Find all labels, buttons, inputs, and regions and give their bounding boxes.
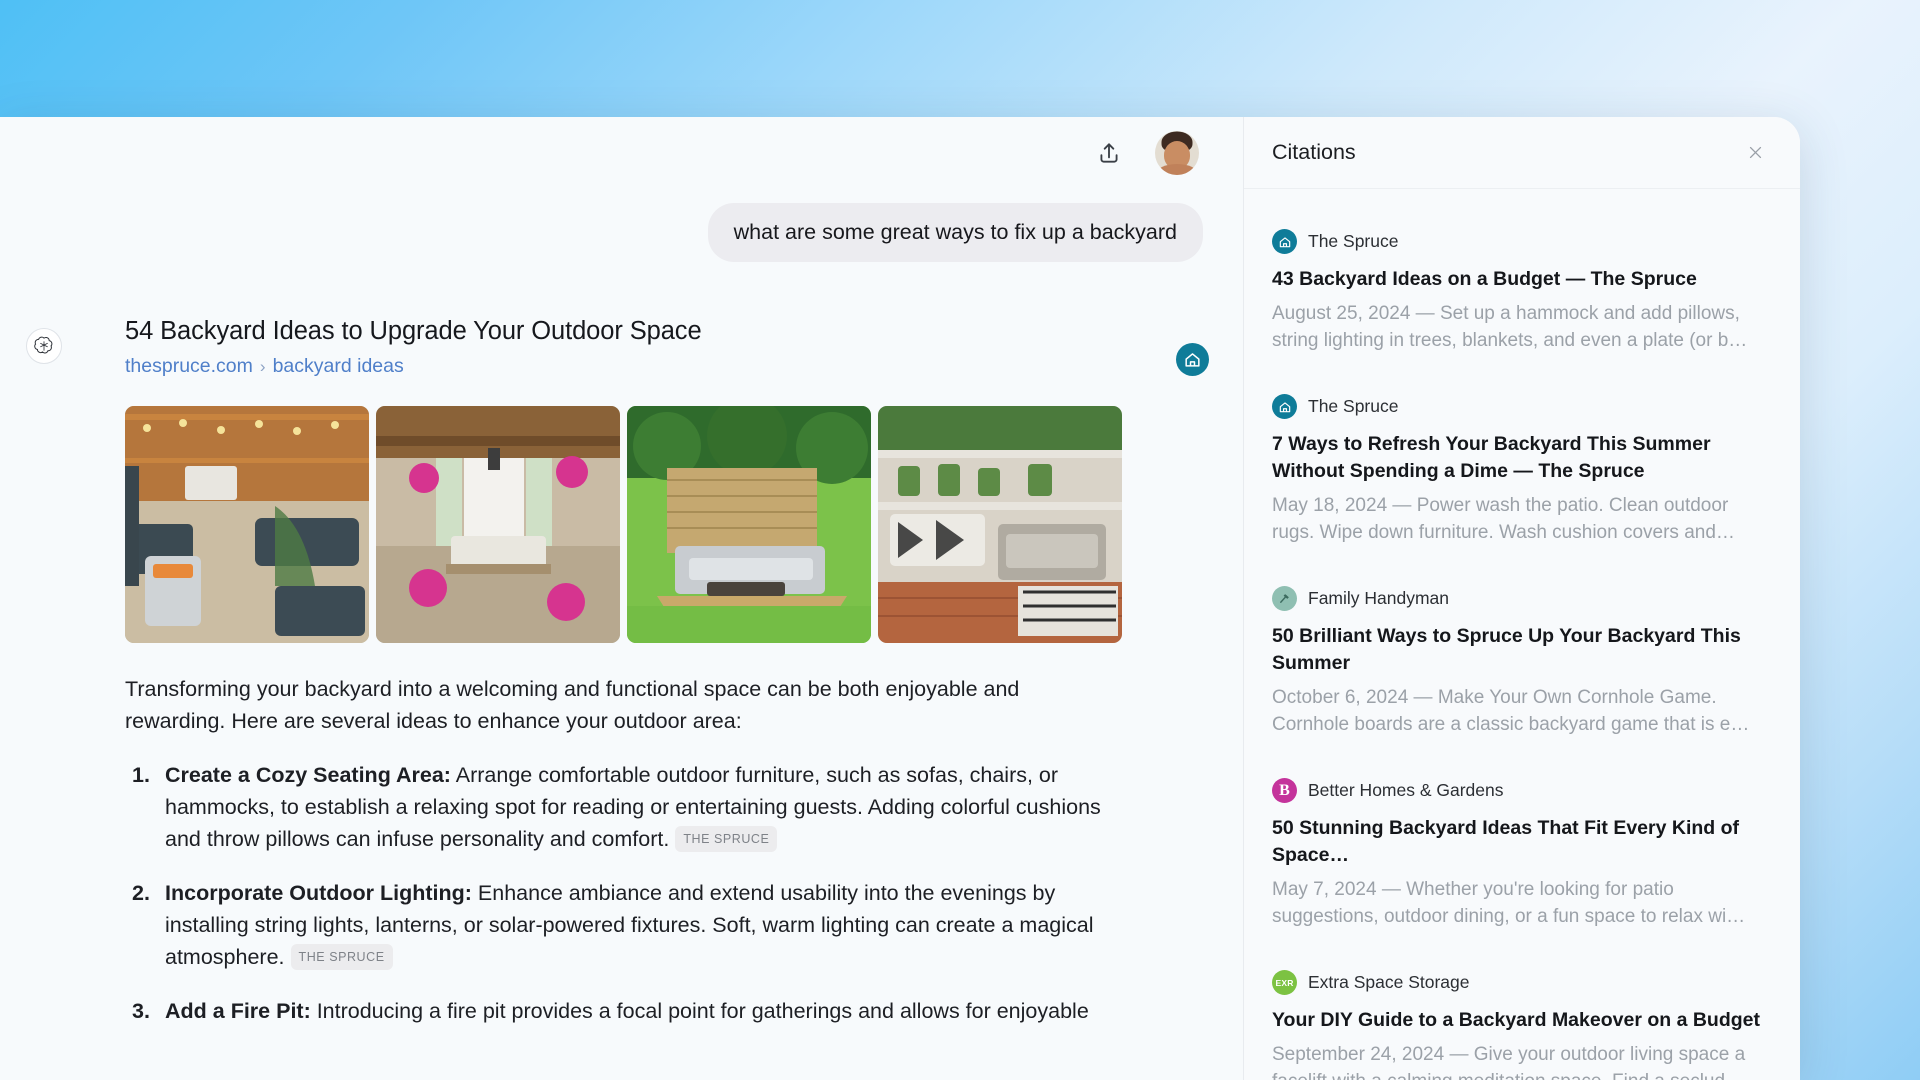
citations-header: Citations bbox=[1244, 117, 1800, 189]
citation-source: The Spruce bbox=[1272, 394, 1774, 420]
citation-chip[interactable]: THE SPRUCE bbox=[290, 944, 393, 970]
breadcrumb: thespruce.com › backyard ideas bbox=[125, 355, 1176, 378]
openai-logo-icon bbox=[26, 328, 62, 365]
citation-source-name: The Spruce bbox=[1308, 231, 1399, 251]
citation-snippet: May 7, 2024 — Whether you're looking for… bbox=[1272, 878, 1746, 927]
answer-list-item: Incorporate Outdoor Lighting: Enhance am… bbox=[125, 877, 1111, 973]
close-icon[interactable] bbox=[1740, 138, 1770, 168]
citation-source: Family Handyman bbox=[1272, 586, 1774, 612]
thumbnail-image-1[interactable] bbox=[125, 406, 369, 644]
thumbnail-image-3[interactable] bbox=[627, 406, 871, 644]
breadcrumb-domain[interactable]: thespruce.com bbox=[125, 355, 253, 378]
citation-item[interactable]: Family Handyman 50 Brilliant Ways to Spr… bbox=[1272, 568, 1774, 760]
the-spruce-house-icon bbox=[1176, 343, 1209, 377]
citation-snippet: May 18, 2024 — Power wash the patio. Cle… bbox=[1272, 494, 1735, 543]
citation-source-name: Better Homes & Gardens bbox=[1308, 780, 1504, 801]
conversation-topbar bbox=[0, 117, 1243, 189]
app-window: what are some great ways to fix up a bac… bbox=[0, 117, 1800, 1080]
citations-panel: Citations The Spruce 43 Backyard Ideas o… bbox=[1243, 117, 1800, 1080]
hammer-icon bbox=[1272, 586, 1297, 612]
citation-title[interactable]: 7 Ways to Refresh Your Backyard This Sum… bbox=[1272, 431, 1774, 485]
the-spruce-house-icon bbox=[1272, 394, 1297, 420]
answer-item-heading: Create a Cozy Seating Area: bbox=[165, 763, 451, 788]
user-message-bubble: what are some great ways to fix up a bac… bbox=[707, 203, 1203, 263]
exr-logo-icon: EXR bbox=[1272, 970, 1297, 996]
citation-chip[interactable]: THE SPRUCE bbox=[675, 826, 778, 852]
thumbnail-image-4[interactable] bbox=[878, 406, 1122, 644]
chevron-right-icon: › bbox=[259, 356, 266, 376]
chat-scroll-area[interactable]: what are some great ways to fix up a bac… bbox=[0, 189, 1243, 1080]
citation-source-name: Extra Space Storage bbox=[1308, 972, 1470, 993]
answer-item-text: Introducing a fire pit provides a focal … bbox=[310, 999, 1089, 1024]
user-message-row: what are some great ways to fix up a bac… bbox=[0, 189, 1243, 263]
citation-title[interactable]: Your DIY Guide to a Backyard Makeover on… bbox=[1272, 1007, 1774, 1034]
thumbnail-image-2[interactable] bbox=[376, 406, 620, 644]
answer-item-heading: Add a Fire Pit: bbox=[165, 999, 311, 1024]
answer-list: Create a Cozy Seating Area: Arrange comf… bbox=[125, 759, 1111, 1027]
citation-item[interactable]: The Spruce 7 Ways to Refresh Your Backya… bbox=[1272, 376, 1774, 568]
avatar[interactable] bbox=[1155, 131, 1199, 175]
source-card-header: 54 Backyard Ideas to Upgrade Your Outdoo… bbox=[125, 317, 1243, 378]
thumbnail-row bbox=[125, 406, 1243, 644]
breadcrumb-path[interactable]: backyard ideas bbox=[273, 355, 404, 378]
share-icon[interactable] bbox=[1089, 133, 1129, 173]
citation-item[interactable]: B Better Homes & Gardens 50 Stunning Bac… bbox=[1272, 760, 1774, 952]
citation-title[interactable]: 50 Stunning Backyard Ideas That Fit Ever… bbox=[1272, 815, 1774, 869]
citations-panel-title: Citations bbox=[1272, 140, 1356, 164]
citation-item[interactable]: The Spruce 43 Backyard Ideas on a Budget… bbox=[1272, 211, 1774, 376]
citation-snippet: October 6, 2024 — Make Your Own Cornhole… bbox=[1272, 686, 1750, 735]
assistant-content: 54 Backyard Ideas to Upgrade Your Outdoo… bbox=[62, 317, 1243, 1049]
citation-snippet: September 24, 2024 — Give your outdoor l… bbox=[1272, 1044, 1746, 1080]
citation-title[interactable]: 50 Brilliant Ways to Spruce Up Your Back… bbox=[1272, 623, 1774, 677]
citation-title[interactable]: 43 Backyard Ideas on a Budget — The Spru… bbox=[1272, 266, 1774, 293]
citation-source-name: The Spruce bbox=[1308, 396, 1399, 417]
answer-item-heading: Incorporate Outdoor Lighting: bbox=[165, 881, 472, 906]
answer-list-item: Create a Cozy Seating Area: Arrange comf… bbox=[125, 759, 1111, 855]
source-card-title[interactable]: 54 Backyard Ideas to Upgrade Your Outdoo… bbox=[125, 317, 1176, 346]
answer-body: Transforming your backyard into a welcom… bbox=[125, 673, 1111, 1027]
the-spruce-house-icon bbox=[1272, 229, 1297, 254]
source-card-text-column: 54 Backyard Ideas to Upgrade Your Outdoo… bbox=[125, 317, 1176, 378]
citation-source-name: Family Handyman bbox=[1308, 588, 1450, 609]
citation-source: The Spruce bbox=[1272, 229, 1774, 254]
answer-intro: Transforming your backyard into a welcom… bbox=[125, 677, 1020, 734]
citation-source: B Better Homes & Gardens bbox=[1272, 778, 1774, 804]
answer-list-item: Add a Fire Pit: Introducing a fire pit p… bbox=[125, 995, 1111, 1027]
citation-item[interactable]: EXR Extra Space Storage Your DIY Guide t… bbox=[1272, 952, 1774, 1080]
conversation-pane: what are some great ways to fix up a bac… bbox=[0, 117, 1243, 1080]
citation-source: EXR Extra Space Storage bbox=[1272, 970, 1774, 996]
citation-snippet: August 25, 2024 — Set up a hammock and a… bbox=[1272, 302, 1748, 351]
avatar-shoulders bbox=[1156, 164, 1198, 175]
bhg-b-icon: B bbox=[1272, 778, 1297, 804]
assistant-message-block: 54 Backyard Ideas to Upgrade Your Outdoo… bbox=[0, 262, 1243, 1049]
citations-list[interactable]: The Spruce 43 Backyard Ideas on a Budget… bbox=[1244, 189, 1800, 1080]
